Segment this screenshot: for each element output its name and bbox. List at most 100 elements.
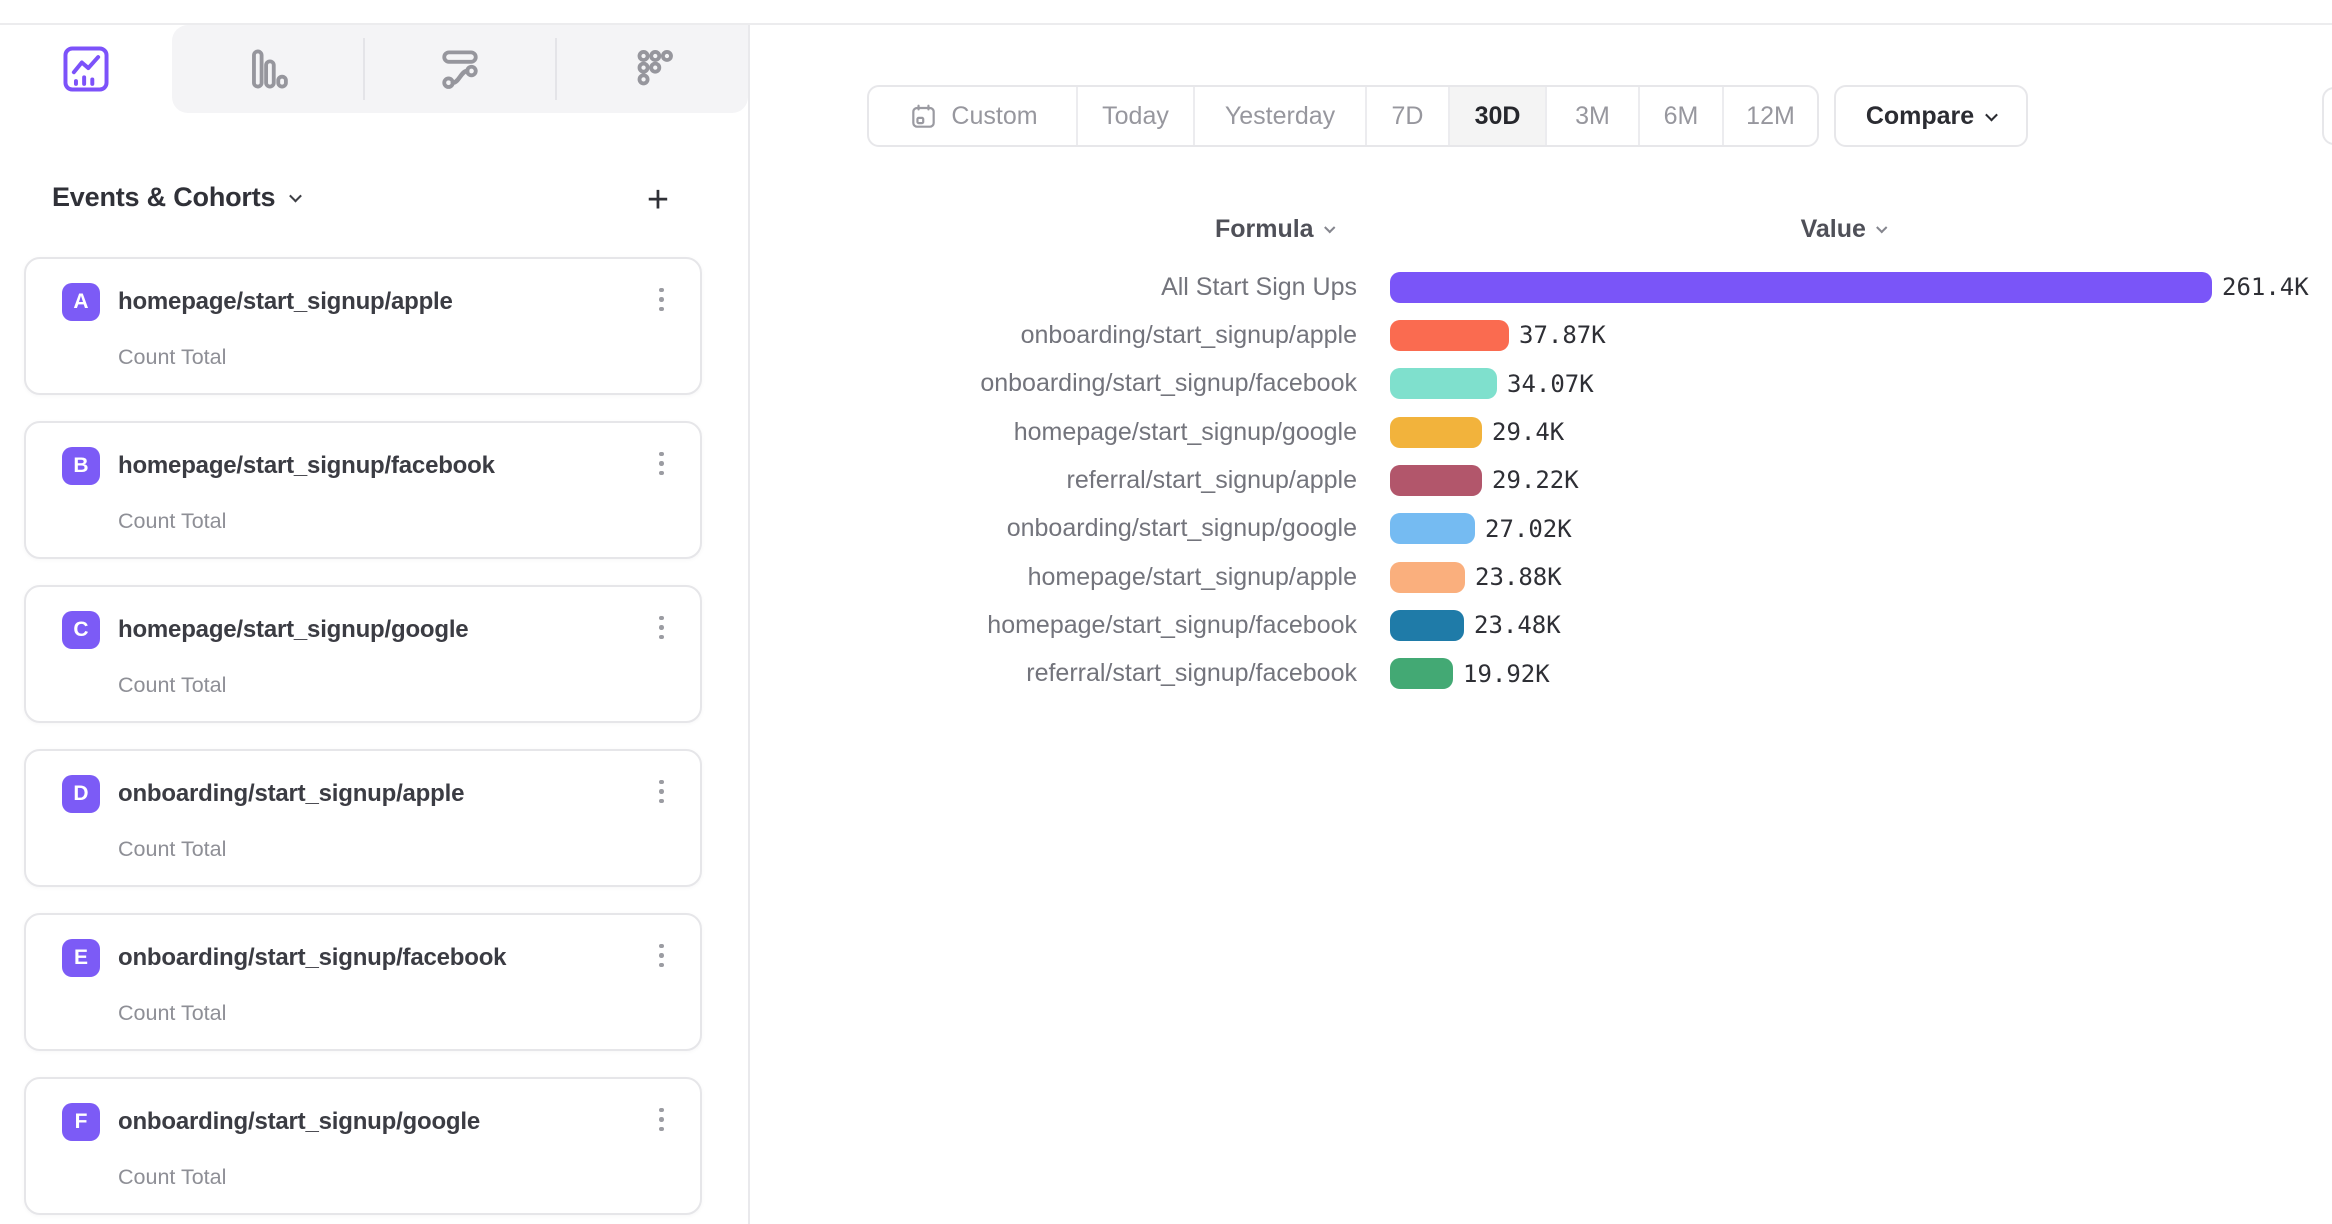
events-cohorts-title: Events & Cohorts [52, 182, 275, 213]
chart-row-value: 261.4K [2222, 273, 2309, 301]
kebab-menu-icon[interactable] [659, 1103, 664, 1136]
date-option-label: 12M [1746, 102, 1795, 131]
bar[interactable] [1390, 320, 1509, 351]
chart-row-value: 37.87K [1519, 321, 1606, 349]
tab-flows[interactable] [365, 25, 556, 113]
event-letter-badge: A [62, 283, 100, 321]
event-name: onboarding/start_signup/facebook [118, 944, 506, 972]
date-option[interactable]: 3M [1545, 87, 1638, 145]
event-name: homepage/start_signup/apple [118, 288, 453, 316]
tab-bar-chart[interactable] [172, 25, 363, 113]
bar[interactable] [1390, 465, 1482, 496]
chart-row-label[interactable]: onboarding/start_signup/facebook [880, 369, 1357, 398]
event-card[interactable]: C homepage/start_signup/google Count Tot… [24, 585, 702, 723]
calendar-icon [907, 100, 940, 133]
event-letter-badge: D [62, 775, 100, 813]
chevron-down-icon [1324, 222, 1335, 233]
event-metric[interactable]: Count Total [118, 837, 226, 862]
event-letter-badge: B [62, 447, 100, 485]
date-option-label: Yesterday [1225, 102, 1335, 131]
chart-row-label[interactable]: onboarding/start_signup/google [880, 514, 1357, 543]
chevron-down-icon [1985, 108, 1998, 121]
value-column-header[interactable]: Value [1693, 209, 1993, 249]
event-letter-badge: F [62, 1103, 100, 1141]
chart-row-value: 23.48K [1474, 611, 1561, 639]
insights-line-chart-icon [58, 41, 114, 97]
date-option-label: 30D [1475, 102, 1521, 131]
bar[interactable] [1390, 272, 2212, 303]
chart-row: onboarding/start_signup/apple 37.87K [880, 311, 2332, 359]
bar[interactable] [1390, 562, 1465, 593]
chart-row: All Start Sign Ups 261.4K [880, 263, 2332, 311]
event-name: homepage/start_signup/google [118, 616, 468, 644]
chart-row-label[interactable]: homepage/start_signup/apple [880, 563, 1357, 592]
sidebar-divider [748, 25, 750, 1224]
event-name: onboarding/start_signup/google [118, 1108, 480, 1136]
kebab-menu-icon[interactable] [659, 939, 664, 972]
event-metric[interactable]: Count Total [118, 509, 226, 534]
chart-row-value: 29.4K [1492, 418, 1564, 446]
event-letter-badge: C [62, 611, 100, 649]
chart-row: referral/start_signup/facebook 19.92K [880, 650, 2332, 698]
date-option[interactable]: 12M [1722, 87, 1817, 145]
date-option[interactable]: Custom [869, 87, 1076, 145]
chart-row-value: 34.07K [1507, 370, 1594, 398]
chevron-down-icon [1876, 222, 1887, 233]
chart-row: homepage/start_signup/apple 23.88K [880, 553, 2332, 601]
event-card[interactable]: B homepage/start_signup/facebook Count T… [24, 421, 702, 559]
formula-header-label: Formula [1215, 215, 1314, 244]
event-metric[interactable]: Count Total [118, 345, 226, 370]
date-option[interactable]: 30D [1448, 87, 1545, 145]
date-option[interactable]: 7D [1365, 87, 1448, 145]
tab-retention[interactable] [557, 25, 748, 113]
bar[interactable] [1390, 513, 1475, 544]
tab-group [172, 25, 748, 113]
chart-row: onboarding/start_signup/google 27.02K [880, 505, 2332, 553]
chart-row-label[interactable]: All Start Sign Ups [880, 273, 1357, 302]
chart-row-label[interactable]: homepage/start_signup/facebook [880, 611, 1357, 640]
kebab-menu-icon[interactable] [659, 611, 664, 644]
date-option[interactable]: Yesterday [1193, 87, 1365, 145]
bar[interactable] [1390, 368, 1497, 399]
bar[interactable] [1390, 610, 1464, 641]
chart-row: onboarding/start_signup/facebook 34.07K [880, 360, 2332, 408]
chart-row-value: 23.88K [1475, 563, 1562, 591]
date-option-label: 3M [1575, 102, 1610, 131]
formula-column-header[interactable]: Formula [1124, 209, 1424, 249]
kebab-menu-icon[interactable] [659, 775, 664, 808]
event-metric[interactable]: Count Total [118, 1001, 226, 1026]
bar[interactable] [1390, 417, 1482, 448]
compare-label: Compare [1866, 102, 1974, 131]
event-card[interactable]: F onboarding/start_signup/google Count T… [24, 1077, 702, 1215]
date-option-label: 7D [1392, 102, 1424, 131]
event-metric[interactable]: Count Total [118, 1165, 226, 1190]
date-option[interactable]: 6M [1638, 87, 1722, 145]
event-card[interactable]: D onboarding/start_signup/apple Count To… [24, 749, 702, 887]
date-option-label: Custom [951, 102, 1037, 131]
event-name: homepage/start_signup/facebook [118, 452, 495, 480]
chart-row-label[interactable]: onboarding/start_signup/apple [880, 321, 1357, 350]
bar[interactable] [1390, 658, 1453, 689]
chart-row-label[interactable]: homepage/start_signup/google [880, 418, 1357, 447]
chart-row-label[interactable]: referral/start_signup/apple [880, 466, 1357, 495]
date-range-selector: Custom Today Yesterday 7D 30D 3M 6M [867, 85, 1819, 147]
chart-row: referral/start_signup/apple 29.22K [880, 456, 2332, 504]
add-event-button[interactable]: + [636, 178, 680, 222]
tab-insights-active[interactable] [0, 25, 172, 113]
compare-button[interactable]: Compare [1834, 85, 2028, 147]
chart-row-value: 19.92K [1463, 660, 1550, 688]
date-option-label: Today [1102, 102, 1169, 131]
event-metric[interactable]: Count Total [118, 673, 226, 698]
date-option-label: 6M [1664, 102, 1699, 131]
kebab-menu-icon[interactable] [659, 283, 664, 316]
kebab-menu-icon[interactable] [659, 447, 664, 480]
retention-dots-icon [626, 42, 680, 96]
event-name: onboarding/start_signup/apple [118, 780, 464, 808]
date-option[interactable]: Today [1076, 87, 1193, 145]
chart-row-label[interactable]: referral/start_signup/facebook [880, 659, 1357, 688]
partial-button-right-edge[interactable] [2322, 87, 2332, 145]
chart-row-value: 27.02K [1485, 515, 1572, 543]
events-cohorts-header[interactable]: Events & Cohorts [52, 182, 300, 213]
event-card[interactable]: E onboarding/start_signup/facebook Count… [24, 913, 702, 1051]
event-card[interactable]: A homepage/start_signup/apple Count Tota… [24, 257, 702, 395]
